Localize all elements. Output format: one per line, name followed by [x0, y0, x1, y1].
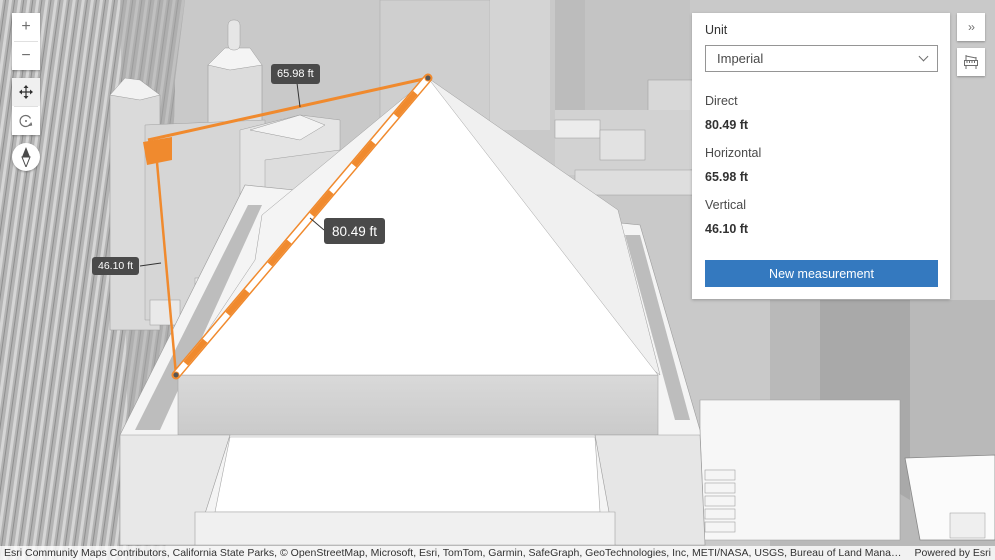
powered-by-esri-link[interactable]: Powered by Esri: [905, 546, 991, 560]
attribution-bar: Esri Community Maps Contributors, Califo…: [0, 546, 995, 560]
vertical-label: Vertical: [705, 198, 746, 212]
background-roof: [599, 129, 646, 161]
main-building-roof-box: [177, 374, 659, 436]
attribution-text[interactable]: Esri Community Maps Contributors, Califo…: [4, 546, 905, 560]
collapse-panel-button[interactable]: ››: [957, 13, 985, 41]
measurement-panel: Unit Imperial Direct 80.49 ft Horizontal…: [692, 13, 950, 299]
horizontal-value: 65.98 ft: [705, 170, 749, 184]
unit-select[interactable]: Imperial: [705, 45, 938, 72]
navigation-mode-controls: [12, 78, 40, 135]
small-box: [149, 299, 181, 326]
direct-value: 80.49 ft: [705, 118, 749, 132]
right-box: [949, 512, 986, 539]
unit-label: Unit: [705, 23, 728, 37]
rotate-button[interactable]: [12, 107, 40, 135]
measurement-endpoint: [172, 371, 180, 379]
rotate-icon: [19, 114, 33, 128]
background-building: [574, 169, 696, 196]
pan-button[interactable]: [12, 78, 40, 106]
compass-icon: [21, 147, 31, 167]
zoom-out-button[interactable]: −: [12, 42, 40, 70]
compass-button[interactable]: [12, 143, 40, 171]
line-measurement-button[interactable]: [957, 48, 985, 76]
unit-selected-value: Imperial: [717, 51, 764, 66]
measurement-endpoint: [424, 74, 432, 82]
horizontal-distance-label: 65.98 ft: [271, 64, 320, 84]
background-building: [555, 0, 585, 110]
horizontal-label: Horizontal: [705, 146, 762, 160]
vertical-distance-label: 46.10 ft: [92, 257, 140, 275]
main-building-front: [194, 511, 616, 546]
double-chevron-right-icon: ››: [968, 20, 975, 34]
direct-distance-label: 80.49 ft: [324, 218, 386, 244]
background-roof: [554, 119, 601, 139]
stairs: [704, 469, 736, 533]
zoom-controls: + −: [12, 13, 40, 70]
vertical-value: 46.10 ft: [705, 222, 749, 236]
new-measurement-button[interactable]: New measurement: [705, 260, 938, 287]
plus-icon: +: [21, 18, 31, 35]
background-building: [490, 0, 550, 130]
zoom-in-button[interactable]: +: [12, 13, 40, 41]
line-measurement-icon: [964, 55, 978, 69]
direct-label: Direct: [705, 94, 738, 108]
minus-icon: −: [21, 47, 31, 64]
main-building-terrace: [214, 436, 601, 513]
move-arrows-icon: [19, 85, 33, 99]
tower-spire: [227, 19, 241, 51]
chevron-down-icon: [918, 51, 929, 62]
